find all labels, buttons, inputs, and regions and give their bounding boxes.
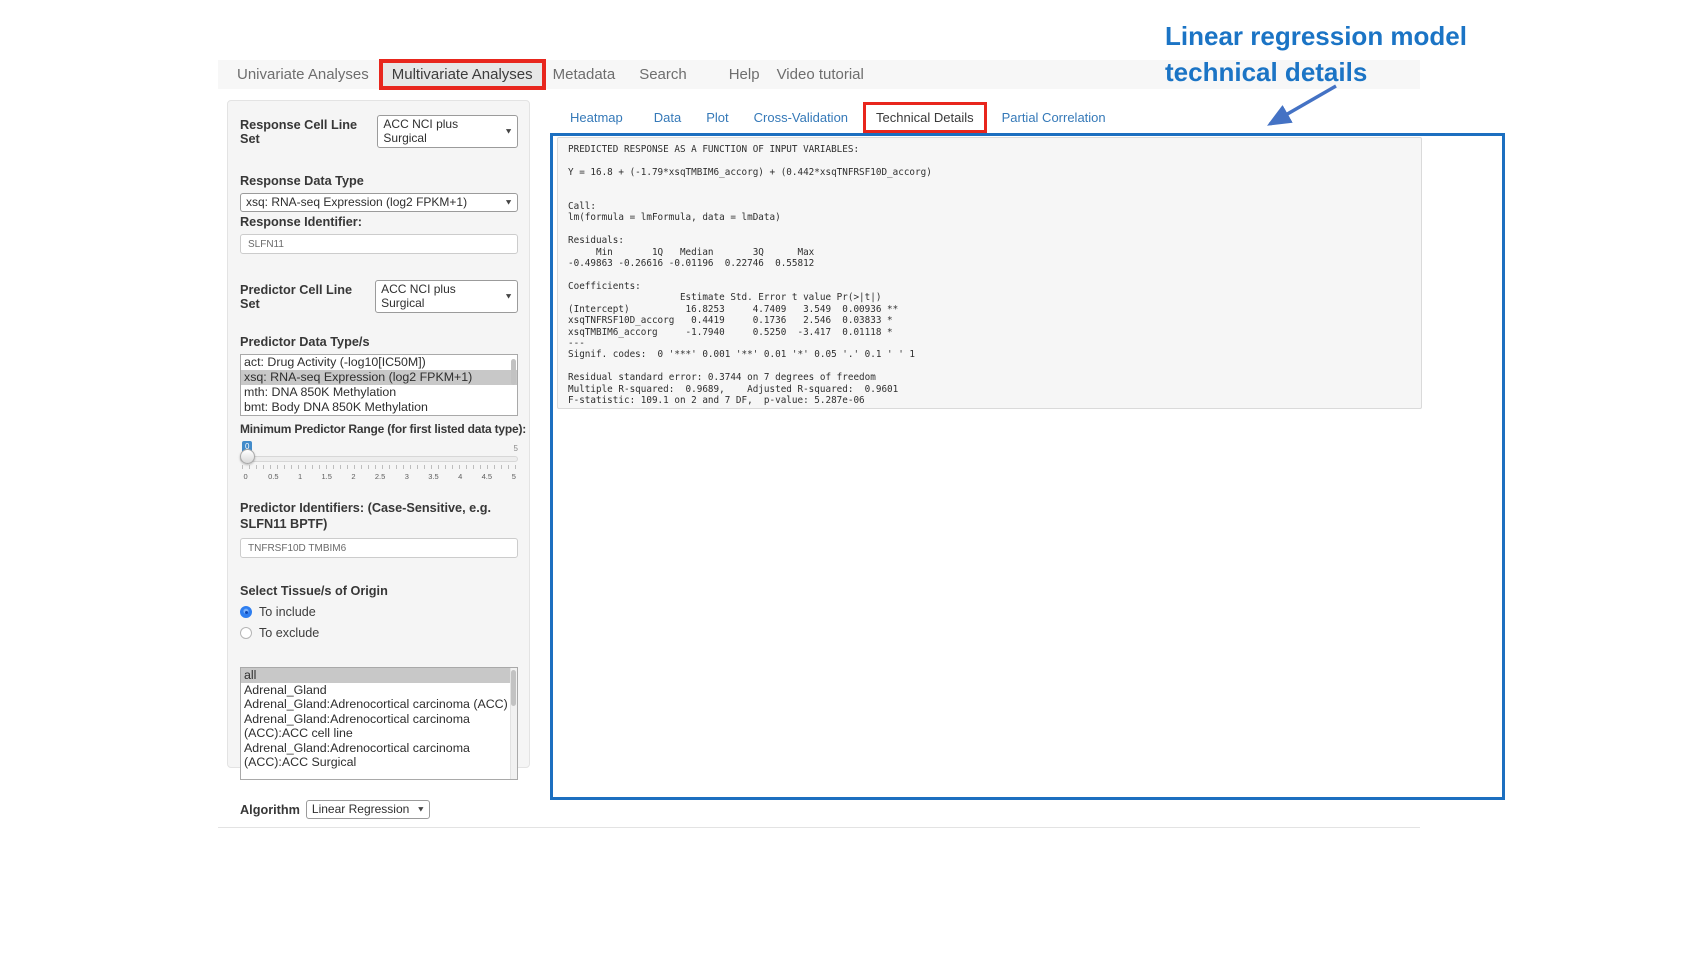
predictor-data-type-listbox: act: Drug Activity (-log10[IC50M]) xsq: … [240, 354, 518, 416]
bottom-divider [218, 827, 1420, 828]
slider-track[interactable] [240, 456, 518, 462]
nav-item-video-tutorial[interactable]: Video tutorial [777, 66, 864, 83]
tab-plot[interactable]: Plot [696, 104, 738, 131]
slider-tick-labels: 0 0.5 1 1.5 2 2.5 3 3.5 4 4.5 5 [240, 472, 518, 482]
minimum-predictor-range-slider: 0 5 0 0.5 1 1.5 2 2.5 3 3.5 4 4.5 5 [240, 441, 518, 487]
tissue-exclude-label: To exclude [259, 626, 319, 640]
tissue-include-label: To include [259, 605, 316, 619]
response-cell-line-set-row: Response Cell Line Set ACC NCI plus Surg… [240, 115, 518, 148]
predictor-identifiers-input[interactable]: TNFRSF10D TMBIM6 [240, 538, 518, 558]
slider-tick-label: 0.5 [268, 472, 278, 481]
predictor-cell-line-set-label: Predictor Cell Line Set [240, 283, 370, 311]
predictor-cell-line-set-value: ACC NCI plus Surgical [381, 282, 497, 310]
scrollbar-thumb[interactable] [511, 359, 516, 385]
tab-heatmap[interactable]: Heatmap [560, 104, 633, 131]
slider-tick-label: 2.5 [375, 472, 385, 481]
tab-technical-details[interactable]: Technical Details [863, 102, 987, 133]
chevron-down-icon: ▼ [504, 127, 513, 136]
predictor-identifiers-label: Predictor Identifiers: (Case-Sensitive, … [240, 500, 510, 532]
algorithm-value: Linear Regression [312, 802, 409, 816]
slider-tick-label: 2 [351, 472, 355, 481]
response-data-type-label: Response Data Type [240, 174, 518, 188]
listbox-option[interactable]: Adrenal_Gland:Adrenocortical carcinoma (… [241, 741, 518, 770]
listbox-option[interactable]: xsq: RNA-seq Expression (log2 FPKM+1) [241, 370, 517, 385]
slider-handle[interactable] [240, 449, 255, 464]
nav-item-multivariate-analyses[interactable]: Multivariate Analyses [379, 59, 546, 90]
slider-tick-label: 1 [298, 472, 302, 481]
response-cell-line-set-select[interactable]: ACC NCI plus Surgical ▼ [377, 115, 518, 148]
listbox-option[interactable]: Adrenal_Gland [241, 683, 517, 698]
tissue-exclude-radio[interactable]: To exclude [240, 626, 518, 640]
tab-data[interactable]: Data [644, 104, 691, 131]
tissue-include-radio[interactable]: To include [240, 605, 518, 619]
nav-item-search[interactable]: Search [639, 66, 687, 83]
listbox-option[interactable]: Adrenal_Gland:Adrenocortical carcinoma (… [241, 697, 517, 712]
response-data-type-select[interactable]: xsq: RNA-seq Expression (log2 FPKM+1) ▼ [240, 193, 518, 212]
chevron-down-icon: ▼ [504, 292, 513, 301]
response-identifier-label: Response Identifier: [240, 215, 518, 229]
tissue-origin-label: Select Tissue/s of Origin [240, 584, 518, 598]
slider-tick-label: 3 [405, 472, 409, 481]
response-cell-line-set-label: Response Cell Line Set [240, 118, 372, 146]
slider-tick-label: 4 [458, 472, 462, 481]
nav-item-metadata[interactable]: Metadata [553, 66, 616, 83]
min-predictor-range-label: Minimum Predictor Range (for first liste… [240, 422, 518, 436]
slider-max-label: 5 [514, 444, 518, 453]
slider-tick-label: 0 [243, 472, 247, 481]
tab-partial-correlation[interactable]: Partial Correlation [992, 104, 1116, 131]
predictor-cell-line-set-select[interactable]: ACC NCI plus Surgical ▼ [375, 280, 518, 313]
technical-details-highlight-panel: PREDICTED RESPONSE AS A FUNCTION OF INPU… [550, 133, 1505, 800]
slider-tick-label: 5 [512, 472, 516, 481]
technical-details-output: PREDICTED RESPONSE AS A FUNCTION OF INPU… [557, 137, 1422, 409]
algorithm-select[interactable]: Linear Regression ▼ [306, 800, 430, 819]
predictor-data-types-label: Predictor Data Type/s [240, 335, 518, 349]
slider-tick-marks [242, 465, 516, 469]
sidebar-panel: Response Cell Line Set ACC NCI plus Surg… [227, 100, 530, 768]
listbox-option[interactable]: mth: DNA 850K Methylation [241, 385, 517, 400]
chevron-down-icon: ▼ [504, 198, 513, 207]
nav-item-univariate-analyses[interactable]: Univariate Analyses [237, 66, 369, 83]
scrollbar-thumb[interactable] [511, 670, 516, 706]
chevron-down-icon: ▼ [416, 805, 425, 814]
nav-item-help[interactable]: Help [729, 66, 760, 83]
listbox-option[interactable]: all [241, 668, 517, 683]
listbox-option[interactable]: bmt: Body DNA 850K Methylation [241, 400, 517, 415]
radio-unselected-icon [240, 627, 252, 639]
response-data-type-value: xsq: RNA-seq Expression (log2 FPKM+1) [246, 195, 467, 209]
radio-selected-icon [240, 606, 252, 618]
results-tab-bar: Heatmap Data Plot Cross-Validation Techn… [560, 103, 1116, 131]
algorithm-row: Algorithm Linear Regression ▼ [240, 800, 518, 819]
algorithm-label: Algorithm [240, 803, 300, 817]
tab-cross-validation[interactable]: Cross-Validation [744, 104, 858, 131]
annotation-arrow-icon [1246, 80, 1346, 136]
listbox-option[interactable]: act: Drug Activity (-log10[IC50M]) [241, 355, 517, 370]
tissue-listbox: all Adrenal_Gland Adrenal_Gland:Adrenoco… [240, 667, 518, 780]
slider-tick-label: 4.5 [482, 472, 492, 481]
slider-tick-label: 1.5 [322, 472, 332, 481]
predictor-cell-line-set-row: Predictor Cell Line Set ACC NCI plus Sur… [240, 280, 518, 313]
slider-tick-label: 3.5 [428, 472, 438, 481]
listbox-option[interactable]: Adrenal_Gland:Adrenocortical carcinoma (… [241, 712, 518, 741]
response-cell-line-set-value: ACC NCI plus Surgical [383, 117, 497, 145]
response-identifier-input[interactable]: SLFN11 [240, 234, 518, 254]
